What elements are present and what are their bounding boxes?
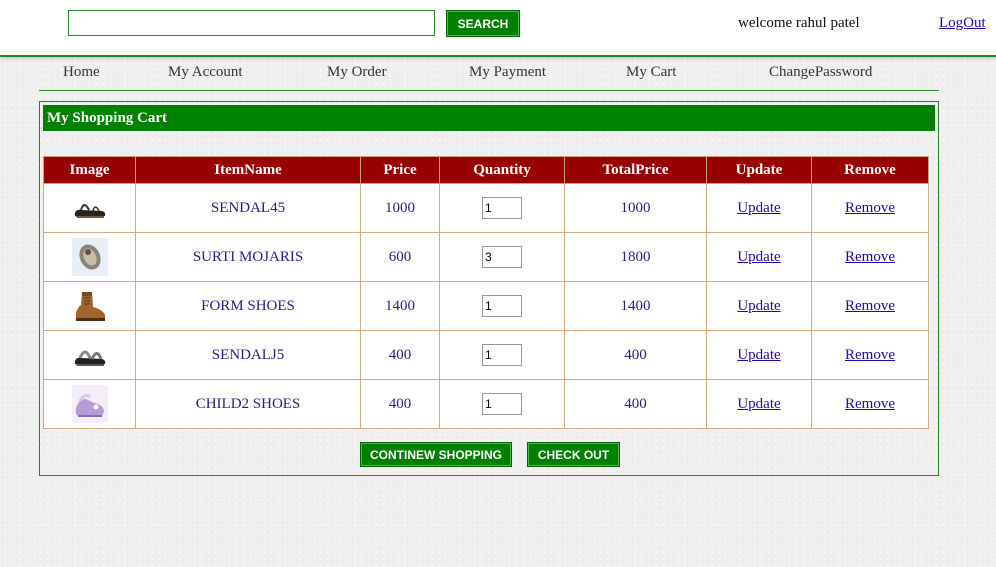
quantity-cell <box>439 183 565 233</box>
panel-title: My Shopping Cart <box>43 105 935 131</box>
mojari-thumbnail <box>71 238 108 276</box>
main-nav: Home My Account My Order My Payment My C… <box>39 60 939 91</box>
nav-home[interactable]: Home <box>63 64 100 81</box>
item-total: 400 <box>564 330 707 380</box>
table-row: SENDALJ5 400 400 Update Remove <box>43 330 929 380</box>
nav-change-password[interactable]: ChangePassword <box>769 64 872 81</box>
item-name: SURTI MOJARIS <box>135 232 361 282</box>
nav-my-order[interactable]: My Order <box>327 64 387 81</box>
remove-link[interactable]: Remove <box>845 347 895 363</box>
update-link[interactable]: Update <box>737 347 780 363</box>
nav-my-cart[interactable]: My Cart <box>626 64 676 81</box>
quantity-input[interactable] <box>482 246 522 268</box>
column-header-update: Update <box>706 156 812 184</box>
child-shoe-thumbnail <box>71 385 108 423</box>
item-price: 600 <box>360 232 440 282</box>
search-input[interactable] <box>68 10 435 36</box>
quantity-cell <box>439 379 565 429</box>
top-bar: SEARCH welcome rahul patel LogOut <box>0 0 996 57</box>
image-cell <box>43 379 136 429</box>
column-header-price: Price <box>360 156 440 184</box>
column-header-remove: Remove <box>811 156 929 184</box>
sandal-thumbnail <box>74 204 105 218</box>
nav-my-payment[interactable]: My Payment <box>469 64 546 81</box>
column-header-totalprice: TotalPrice <box>564 156 707 184</box>
update-cell: Update <box>706 183 812 233</box>
remove-cell: Remove <box>811 330 929 380</box>
item-name: FORM SHOES <box>135 281 361 331</box>
shopping-cart-panel: My Shopping Cart Image ItemName Price Qu… <box>39 101 939 476</box>
remove-cell: Remove <box>811 183 929 233</box>
item-total: 400 <box>564 379 707 429</box>
image-cell <box>43 232 136 282</box>
update-cell: Update <box>706 330 812 380</box>
welcome-text: welcome rahul patel <box>738 15 860 31</box>
continue-shopping-button[interactable]: CONTINEW SHOPPING <box>360 442 512 467</box>
update-link[interactable]: Update <box>737 396 780 412</box>
remove-cell: Remove <box>811 281 929 331</box>
item-name: SENDAL45 <box>135 183 361 233</box>
table-header-row: Image ItemName Price Quantity TotalPrice… <box>43 156 929 184</box>
remove-link[interactable]: Remove <box>845 396 895 412</box>
update-link[interactable]: Update <box>737 298 780 314</box>
remove-cell: Remove <box>811 379 929 429</box>
image-cell <box>43 330 136 380</box>
quantity-input[interactable] <box>482 295 522 317</box>
sandal-thumbnail <box>74 350 105 366</box>
column-header-itemname: ItemName <box>135 156 361 184</box>
logout-link[interactable]: LogOut <box>939 15 986 32</box>
quantity-input[interactable] <box>482 393 522 415</box>
boot-thumbnail <box>75 292 105 321</box>
image-cell <box>43 183 136 233</box>
item-price: 1000 <box>360 183 440 233</box>
item-total: 1800 <box>564 232 707 282</box>
update-link[interactable]: Update <box>737 200 780 216</box>
item-name: SENDALJ5 <box>135 330 361 380</box>
update-cell: Update <box>706 232 812 282</box>
item-total: 1000 <box>564 183 707 233</box>
update-link[interactable]: Update <box>737 249 780 265</box>
item-total: 1400 <box>564 281 707 331</box>
remove-link[interactable]: Remove <box>845 298 895 314</box>
item-price: 400 <box>360 379 440 429</box>
search-button[interactable]: SEARCH <box>446 10 520 37</box>
table-row: CHILD2 SHOES 400 400 Update Remove <box>43 379 929 429</box>
item-name: CHILD2 SHOES <box>135 379 361 429</box>
item-price: 400 <box>360 330 440 380</box>
remove-link[interactable]: Remove <box>845 200 895 216</box>
column-header-image: Image <box>43 156 136 184</box>
table-row: SURTI MOJARIS 600 1800 Update Remove <box>43 232 929 282</box>
remove-link[interactable]: Remove <box>845 249 895 265</box>
quantity-cell <box>439 281 565 331</box>
table-row: FORM SHOES 1400 1400 Update Remove <box>43 281 929 331</box>
checkout-button[interactable]: CHECK OUT <box>527 442 620 467</box>
quantity-input[interactable] <box>482 197 522 219</box>
item-price: 1400 <box>360 281 440 331</box>
remove-cell: Remove <box>811 232 929 282</box>
cart-table: Image ItemName Price Quantity TotalPrice… <box>43 156 929 429</box>
column-header-quantity: Quantity <box>439 156 565 184</box>
quantity-cell <box>439 330 565 380</box>
update-cell: Update <box>706 379 812 429</box>
update-cell: Update <box>706 281 812 331</box>
table-row: SENDAL45 1000 1000 Update Remove <box>43 183 929 233</box>
image-cell <box>43 281 136 331</box>
quantity-input[interactable] <box>482 344 522 366</box>
quantity-cell <box>439 232 565 282</box>
nav-my-account[interactable]: My Account <box>168 64 243 81</box>
